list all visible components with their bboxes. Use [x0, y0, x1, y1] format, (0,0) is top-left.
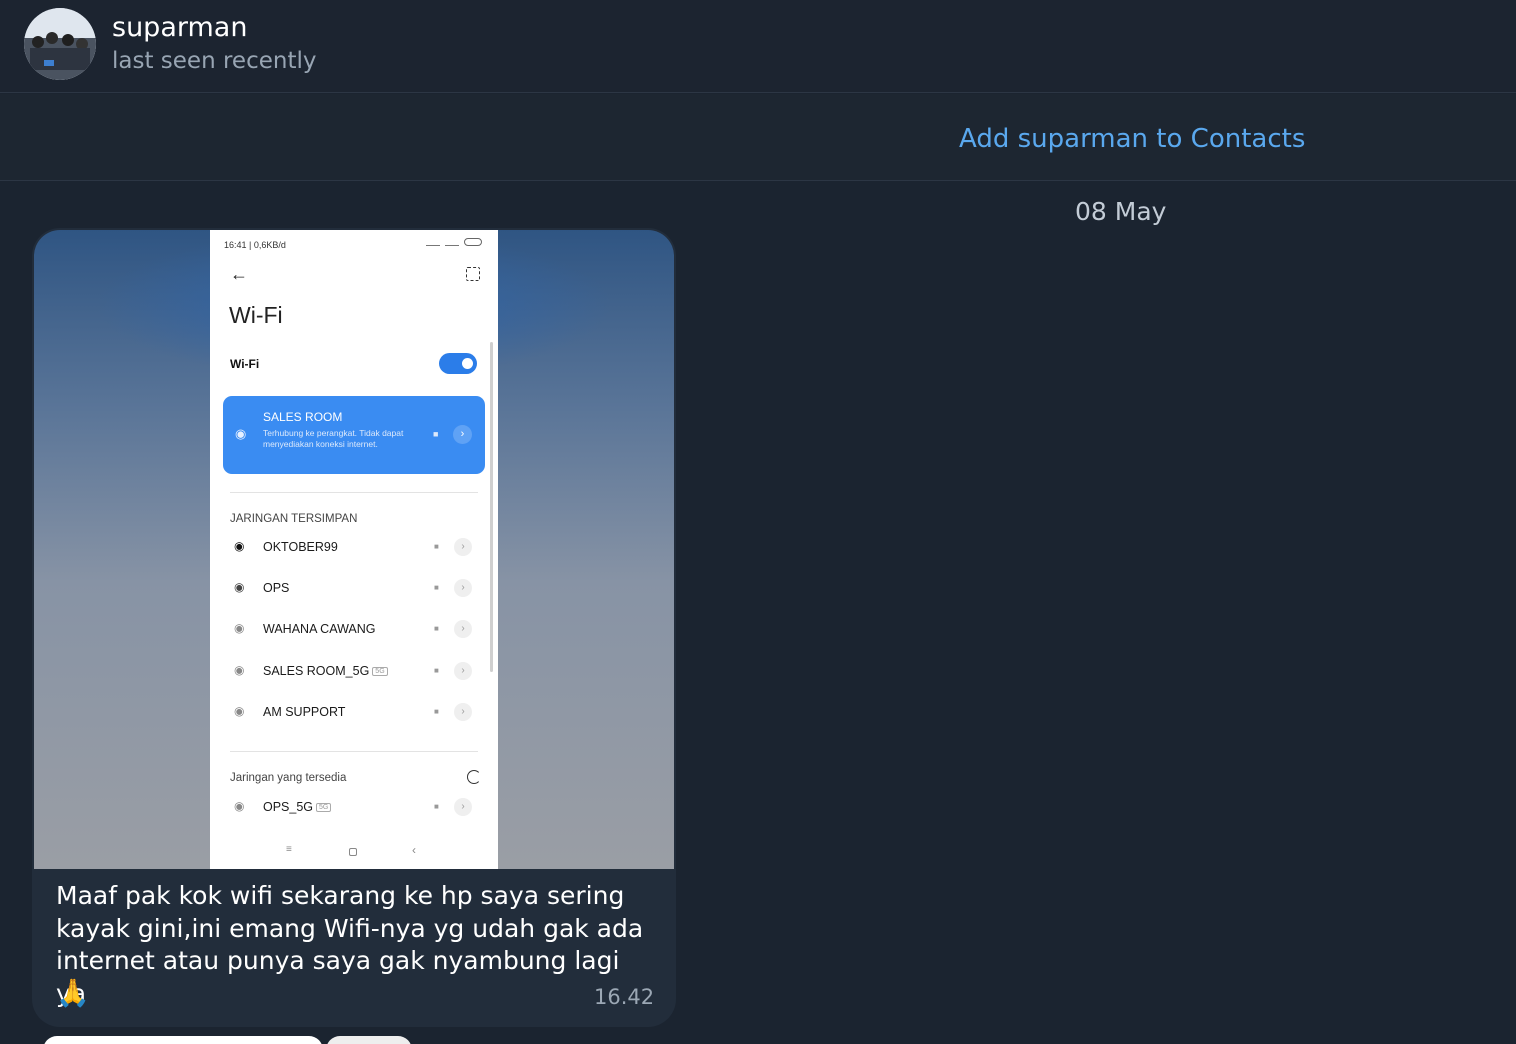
5g-badge: 5G [372, 667, 388, 677]
chevron-right-icon: › [454, 620, 472, 638]
chat-title[interactable]: suparman [112, 12, 247, 43]
network-name: OKTOBER99 [263, 540, 338, 554]
available-networks-title: Jaringan yang tersedia [230, 772, 347, 784]
divider [230, 751, 478, 752]
network-name: OPS [263, 581, 290, 595]
chevron-right-icon: › [453, 425, 472, 444]
signal-icon [445, 238, 459, 246]
saved-networks-title: JARINGAN TERSIMPAN [230, 513, 358, 525]
lock-icon: ■ [433, 429, 439, 439]
chat-status: last seen recently [112, 48, 317, 74]
saved-network-row: ◉ SALES ROOM_5G 5G ■ › [230, 660, 478, 684]
chevron-right-icon: › [454, 798, 472, 816]
available-network-row: ◉ OPS_5G 5G ■ › [230, 796, 478, 820]
connected-network-card: ◉ SALES ROOM Terhubung ke perangkat. Tid… [223, 396, 485, 474]
message-text: Maaf pak kok wifi sekarang ke hp saya se… [56, 881, 644, 1008]
connected-network-subtitle: Terhubung ke perangkat. Tidak dapat meny… [263, 428, 404, 449]
network-name-text: OPS_5G [263, 800, 314, 814]
menu-icon: ≡ [286, 844, 292, 855]
lock-icon: ■ [434, 542, 439, 551]
add-contact-bar: Add suparman to Contacts [0, 94, 1516, 181]
back-icon: ‹ [412, 843, 416, 857]
group-photo-avatar-icon [24, 8, 96, 80]
phone-nav-bar: ≡ ‹ [210, 842, 498, 862]
phone-screenshot: 16:41 | 0,6KB/d ← Wi-Fi Wi-Fi ◉ SALES RO… [210, 230, 498, 869]
lock-icon: ■ [434, 583, 439, 592]
lock-icon: ■ [434, 624, 439, 633]
battery-icon [464, 238, 482, 246]
signal-icon [426, 238, 440, 246]
message-time: 16.42 [594, 985, 655, 1009]
back-arrow-icon: ← [230, 264, 248, 284]
network-name: WAHANA CAWANG [263, 622, 376, 636]
network-name: OPS_5G 5G [263, 800, 332, 814]
wifi-icon: ◉ [235, 426, 247, 441]
date-separator: 08 May [1075, 197, 1167, 226]
refresh-icon [467, 770, 481, 784]
scan-icon [466, 267, 480, 281]
5g-badge: 5G [316, 803, 332, 813]
add-to-contacts-link[interactable]: Add suparman to Contacts [959, 124, 1305, 154]
saved-network-row: ◉ OPS ■ › [230, 577, 478, 601]
wifi-toggle-label: Wi-Fi [230, 357, 260, 371]
saved-network-row: ◉ AM SUPPORT ■ › [230, 701, 478, 725]
connected-network-name: SALES ROOM [263, 410, 343, 424]
wifi-icon: ◉ [234, 539, 245, 553]
chevron-right-icon: › [454, 579, 472, 597]
chevron-right-icon: › [454, 662, 472, 680]
wifi-icon: ◉ [234, 799, 245, 813]
wifi-icon: ◉ [234, 621, 245, 635]
message-photo[interactable]: 16:41 | 0,6KB/d ← Wi-Fi Wi-Fi ◉ SALES RO… [34, 230, 674, 869]
phone-scrollbar [490, 342, 493, 672]
chevron-right-icon: › [454, 703, 472, 721]
lock-icon: ■ [434, 666, 439, 675]
divider [230, 492, 478, 493]
phone-status-icons [426, 238, 482, 246]
praying-hands-icon: 🙏 [56, 978, 90, 1009]
wifi-page-title: Wi-Fi [229, 302, 283, 328]
home-icon [349, 848, 357, 856]
wifi-toggle [439, 353, 477, 374]
message-bubble[interactable]: 16:41 | 0,6KB/d ← Wi-Fi Wi-Fi ◉ SALES RO… [32, 228, 676, 1027]
network-name: AM SUPPORT [263, 705, 346, 719]
chat-header[interactable]: suparman last seen recently [0, 0, 1516, 93]
network-name-text: SALES ROOM_5G [263, 664, 370, 678]
next-message-photo[interactable] [43, 1036, 323, 1044]
avatar[interactable] [24, 8, 96, 80]
saved-network-row: ◉ WAHANA CAWANG ■ › [230, 618, 478, 642]
phone-status-bar: 16:41 | 0,6KB/d [224, 240, 286, 250]
network-name: SALES ROOM_5G 5G [263, 664, 388, 678]
wifi-icon: ◉ [234, 704, 245, 718]
chevron-right-icon: › [454, 538, 472, 556]
wifi-icon: ◉ [234, 580, 245, 594]
saved-network-row: ◉ OKTOBER99 ■ › [230, 536, 478, 560]
lock-icon: ■ [434, 802, 439, 811]
wifi-icon: ◉ [234, 663, 245, 677]
next-message-photo[interactable] [326, 1036, 412, 1044]
lock-icon: ■ [434, 707, 439, 716]
